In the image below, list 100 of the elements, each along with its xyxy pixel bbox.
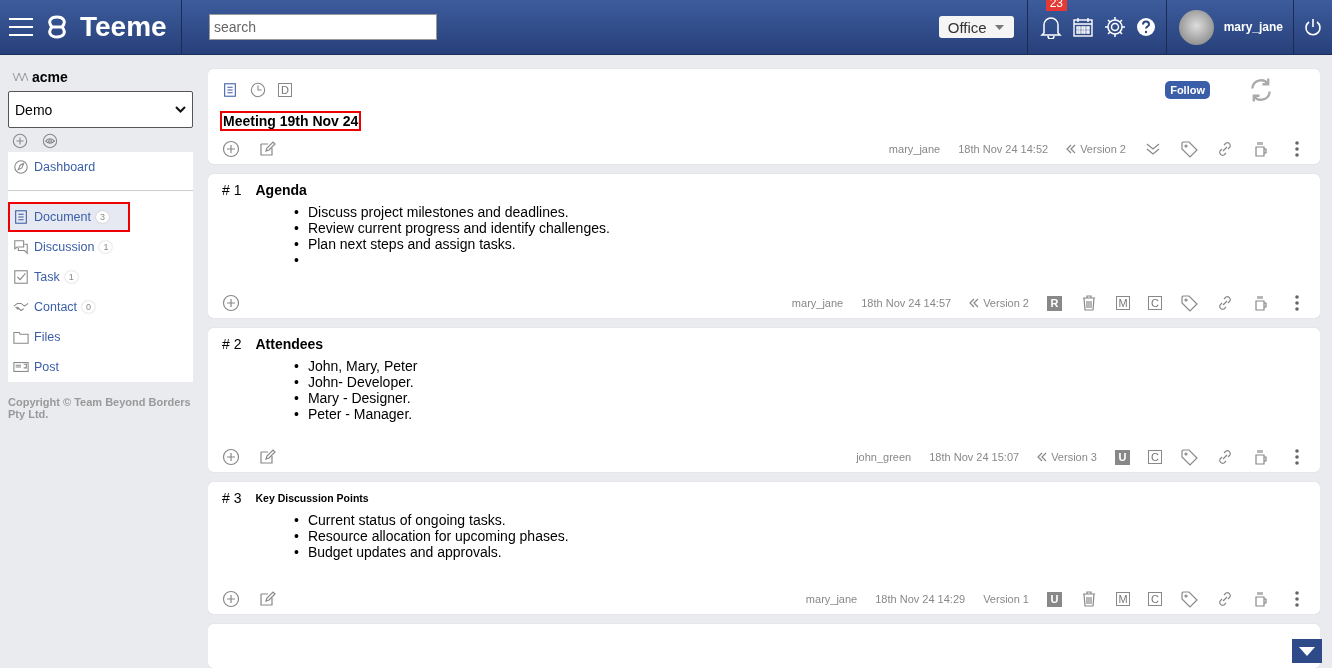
add-icon[interactable]	[222, 590, 240, 608]
copy-button[interactable]: C	[1148, 592, 1162, 606]
author-name: john_green	[856, 451, 912, 463]
document-icon[interactable]	[222, 82, 238, 98]
bullet: •	[294, 544, 299, 560]
sidebar-item[interactable]: Dashboard	[8, 152, 193, 182]
folder-icon[interactable]	[13, 329, 29, 345]
copy-button[interactable]: C	[1148, 296, 1162, 310]
link-icon[interactable]	[1216, 448, 1234, 466]
power-icon[interactable]	[1304, 18, 1322, 36]
author-name: mary_jane	[805, 593, 858, 605]
edit-icon[interactable]	[258, 590, 276, 608]
link-icon[interactable]	[1216, 590, 1234, 608]
settings-icon[interactable]	[1103, 16, 1126, 38]
sidebar-item[interactable]: Post	[8, 352, 193, 382]
bullet: •	[294, 374, 299, 390]
avatar[interactable]	[1178, 9, 1214, 45]
tag-icon[interactable]	[1180, 448, 1198, 466]
list-item: Current status of ongoing tasks.	[307, 512, 506, 528]
mug-icon[interactable]	[1252, 590, 1270, 608]
chat-bubbles-icon[interactable]	[13, 239, 29, 255]
chevron-icon	[175, 106, 186, 113]
link-icon[interactable]	[1216, 294, 1234, 312]
section-title: Key Discussion Points	[255, 492, 369, 504]
timestamp: 18th Nov 24 14:57	[861, 297, 952, 309]
list-item: Plan next steps and assign tasks.	[307, 236, 516, 252]
bell-icon[interactable]	[1039, 15, 1062, 39]
version-label[interactable]: Version 1	[983, 593, 1029, 605]
double-chevron-icon	[969, 298, 980, 308]
mug-icon[interactable]	[1252, 448, 1270, 466]
author-name: mary_jane	[791, 297, 844, 309]
tag-icon[interactable]	[1180, 140, 1198, 158]
sidebar-item[interactable]: Discussion 1	[8, 232, 193, 262]
document-title: Meeting 19th Nov 24	[222, 113, 360, 129]
count-badge: 1	[64, 271, 78, 283]
copy-button[interactable]: C	[1148, 450, 1162, 464]
version-label[interactable]: Version 2	[1080, 143, 1126, 155]
count-badge: 3	[96, 211, 109, 223]
checkbox-icon[interactable]	[13, 269, 29, 285]
menu-icon[interactable]	[8, 16, 34, 38]
mug-icon[interactable]	[1252, 140, 1270, 158]
move-button[interactable]: M	[1116, 296, 1130, 310]
list-item: Resource allocation for upcoming phases.	[307, 528, 569, 544]
bullet: •	[294, 528, 299, 544]
trash-icon[interactable]	[1080, 590, 1098, 608]
compass-icon[interactable]	[13, 159, 29, 175]
timestamp: 18th Nov 24 15:07	[929, 451, 1020, 463]
workspace-select[interactable]: Demo	[8, 91, 193, 128]
sidebar-item[interactable]: Document 3	[8, 202, 130, 232]
eye-icon[interactable]	[42, 133, 58, 149]
list-item: Budget updates and approvals.	[307, 544, 502, 560]
scroll-down-button[interactable]	[1292, 639, 1322, 663]
version-label[interactable]: Version 3	[1051, 451, 1097, 463]
add-icon[interactable]	[222, 294, 240, 312]
tag-icon[interactable]	[1180, 590, 1198, 608]
add-icon[interactable]	[222, 140, 240, 158]
trash-icon[interactable]	[1080, 294, 1098, 312]
sidebar-item[interactable]: Contact 0	[8, 292, 193, 322]
status-badge[interactable]: U	[1047, 591, 1062, 607]
author-name: mary_jane	[888, 143, 941, 155]
version-label[interactable]: Version 2	[983, 297, 1029, 309]
link-icon[interactable]	[1216, 140, 1234, 158]
refresh-icon[interactable]	[1248, 77, 1274, 103]
follow-button[interactable]: Follow	[1165, 81, 1210, 99]
edit-icon[interactable]	[258, 448, 276, 466]
logo-text: Teeme	[80, 11, 167, 43]
post-icon[interactable]	[13, 359, 29, 375]
user-name[interactable]: mary_jane	[1223, 20, 1283, 34]
add-icon[interactable]	[222, 448, 240, 466]
status-badge[interactable]: R	[1047, 295, 1062, 311]
help-icon[interactable]	[1135, 17, 1156, 37]
space-dropdown[interactable]: Office	[938, 16, 1014, 38]
copyright-text: Copyright © Team Beyond Borders Pty Ltd.	[8, 396, 192, 420]
section-title: Attendees	[255, 336, 324, 352]
mug-icon[interactable]	[1252, 294, 1270, 312]
edit-icon[interactable]	[258, 140, 276, 158]
bullet: •	[294, 252, 299, 268]
add-icon[interactable]	[12, 133, 28, 149]
section-number: # 3	[222, 490, 242, 506]
sidebar-item[interactable]: Task 1	[8, 262, 193, 292]
calendar-icon[interactable]	[1071, 16, 1094, 38]
bullet: •	[294, 204, 299, 220]
bullet: •	[294, 220, 299, 236]
draft-button[interactable]: D	[278, 83, 292, 97]
clock-icon[interactable]	[250, 82, 266, 98]
tag-icon[interactable]	[1180, 294, 1198, 312]
organization-name: acme	[32, 69, 68, 85]
section-number: # 1	[222, 182, 242, 198]
bullet: •	[294, 406, 299, 422]
document-icon[interactable]	[13, 209, 29, 225]
search-field[interactable]: search	[209, 14, 437, 40]
status-badge[interactable]: U	[1115, 449, 1130, 465]
timestamp: 18th Nov 24 14:29	[875, 593, 966, 605]
list-item: Peter - Manager.	[307, 406, 413, 422]
move-button[interactable]: M	[1116, 592, 1130, 606]
caret-icon	[994, 24, 1004, 30]
sidebar-item[interactable]: Files	[8, 322, 193, 352]
count-badge: 0	[82, 301, 96, 313]
bullet: •	[294, 358, 299, 374]
list-item: Discuss project milestones and deadlines.	[307, 204, 569, 220]
